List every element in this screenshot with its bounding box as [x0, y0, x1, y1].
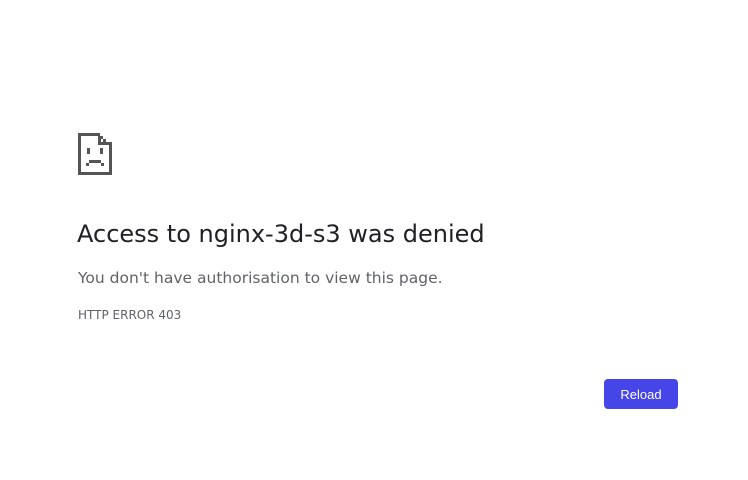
error-code: HTTP ERROR 403: [78, 308, 182, 322]
reload-button[interactable]: Reload: [604, 379, 678, 409]
error-message: You don't have authorisation to view thi…: [78, 269, 443, 287]
sad-document-icon: [78, 133, 112, 175]
page-title: Access to nginx-3d-s3 was denied: [77, 220, 485, 248]
